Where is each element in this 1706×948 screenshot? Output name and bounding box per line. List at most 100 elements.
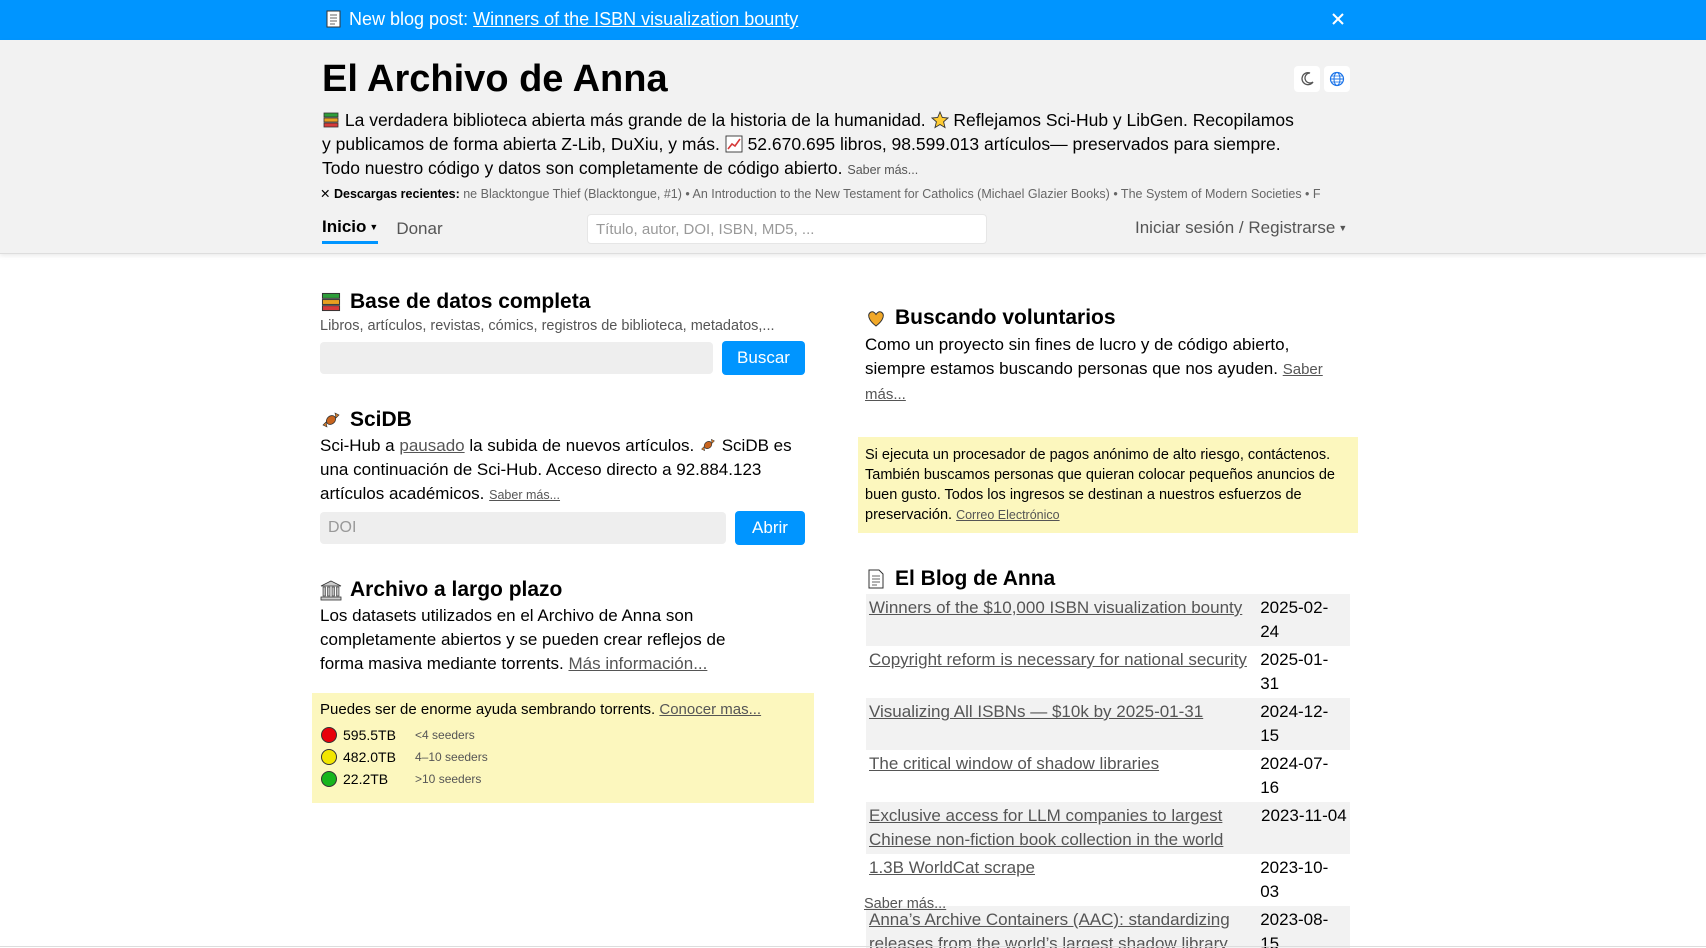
seed-size: 482.0TB	[343, 749, 396, 765]
green-dot-icon	[321, 771, 337, 787]
red-dot-icon	[321, 727, 337, 743]
notice-text: Si ejecuta un procesador de pagos anónim…	[865, 447, 1335, 523]
learn-more-link[interactable]: Saber más...	[847, 163, 918, 177]
tagline-part-1: La verdadera biblioteca abierta más gran…	[344, 110, 926, 130]
blog-post-date: 2023-11-04	[1261, 806, 1347, 825]
volunteers-title: Buscando voluntarios	[895, 306, 1116, 329]
blog-post-date: 2023-10-03	[1260, 858, 1329, 901]
museum-icon	[320, 580, 342, 601]
archive-title: Archivo a largo plazo	[350, 578, 563, 601]
blog-row: Copyright reform is necessary for nation…	[866, 646, 1350, 698]
seed-row-low[interactable]: 595.5TB <4 seeders	[321, 727, 475, 743]
announcement-banner: New blog post: Winners of the ISBN visua…	[0, 0, 1706, 40]
seed-desc: >10 seeders	[415, 772, 482, 786]
blog-post-date: 2024-12-15	[1260, 702, 1329, 745]
recent-downloads-label: Descargas recientes:	[333, 187, 460, 201]
tab-donate[interactable]: Donar	[396, 217, 442, 244]
login-register-menu[interactable]: Iniciar sesión / Registrarse ▼	[1135, 218, 1347, 238]
blog-post-date: 2025-02-24	[1260, 598, 1329, 641]
db-title: Base de datos completa	[350, 290, 591, 313]
blog-row: Winners of the $10,000 ISBN visualizatio…	[866, 594, 1350, 646]
footer-divider	[0, 946, 1706, 947]
volunteers-description: Como un proyecto sin fines de lucro y de…	[865, 333, 1345, 407]
document-icon	[326, 10, 341, 28]
paused-link[interactable]: pausado	[399, 436, 464, 455]
seed-row-mid[interactable]: 482.0TB 4–10 seeders	[321, 749, 488, 765]
blog-post-date: 2023-08-15	[1260, 910, 1329, 948]
banner-prefix: New blog post:	[349, 9, 474, 29]
page-icon	[868, 569, 884, 589]
volunteers-text: Como un proyecto sin fines de lucro y de…	[865, 335, 1290, 378]
star-icon	[930, 110, 949, 129]
theme-toggle-button[interactable]	[1294, 66, 1320, 92]
close-banner-button[interactable]	[1328, 9, 1348, 29]
archive-section-title: Archivo a largo plazo	[320, 578, 562, 602]
scidb-title: SciDB	[350, 408, 412, 431]
site-title[interactable]: El Archivo de Anna	[322, 58, 668, 101]
books-icon	[323, 112, 339, 128]
chevron-down-icon: ▼	[369, 222, 379, 232]
dismiss-recent-button[interactable]: ✕	[320, 187, 330, 201]
blog-section-title: El Blog de Anna	[865, 567, 1055, 591]
blog-post-link[interactable]: Anna’s Archive Containers (AAC): standar…	[869, 908, 1254, 948]
payment-processor-notice: Si ejecuta un procesador de pagos anónim…	[858, 437, 1358, 533]
candy-icon	[322, 412, 340, 428]
doi-open-button[interactable]: Abrir	[735, 511, 805, 545]
globe-icon	[1329, 71, 1345, 87]
db-search-input[interactable]	[320, 342, 713, 374]
seeding-intro-text: Puedes ser de enorme ayuda sembrando tor…	[320, 701, 660, 718]
site-header: El Archivo de Anna La verdadera bibliote…	[0, 40, 1706, 254]
yellow-dot-icon	[321, 749, 337, 765]
blog-row: Anna’s Archive Containers (AAC): standar…	[866, 906, 1350, 948]
tab-home[interactable]: Inicio ▼	[322, 217, 379, 244]
blog-post-link[interactable]: Visualizing All ISBNs — $10k by 2025-01-…	[869, 700, 1254, 748]
seed-size: 22.2TB	[343, 771, 389, 787]
blog-post-date: 2025-01-31	[1260, 650, 1329, 693]
blog-row: Exclusive access for LLM companies to la…	[866, 802, 1350, 854]
close-icon	[1332, 13, 1344, 25]
tab-home-label: Inicio	[322, 217, 367, 236]
blog-post-link[interactable]: Exclusive access for LLM companies to la…	[869, 804, 1255, 852]
scidb-text-a: Sci-Hub a	[320, 436, 400, 455]
scidb-section-title: SciDB	[320, 408, 412, 432]
blog-post-link[interactable]: Winners of the $10,000 ISBN visualizatio…	[869, 596, 1254, 644]
chart-icon	[725, 135, 743, 153]
scidb-text-b: la subida de nuevos artículos.	[464, 436, 699, 455]
blog-row: Visualizing All ISBNs — $10k by 2025-01-…	[866, 698, 1350, 750]
chevron-down-icon: ▼	[1338, 223, 1348, 233]
recent-downloads-list[interactable]: ne Blacktongue Thief (Blacktongue, #1) •…	[463, 187, 1320, 201]
site-tagline: La verdadera biblioteca abierta más gran…	[322, 108, 1302, 182]
archive-more-info-link[interactable]: Más información...	[568, 654, 707, 673]
recent-downloads: ✕ Descargas recientes: ne Blacktongue Th…	[320, 186, 1348, 204]
volunteers-section-title: Buscando voluntarios	[865, 306, 1116, 330]
blog-post-link[interactable]: The critical window of shadow libraries	[869, 752, 1254, 800]
blog-row: The critical window of shadow libraries …	[866, 750, 1350, 802]
doi-input[interactable]	[320, 512, 726, 544]
blog-post-link[interactable]: Copyright reform is necessary for nation…	[869, 648, 1254, 696]
books-icon	[321, 292, 341, 312]
seeding-learn-more-link[interactable]: Conocer mas...	[659, 701, 761, 718]
moon-icon	[1301, 72, 1314, 86]
blog-post-date: 2024-07-16	[1260, 754, 1329, 797]
archive-description: Los datasets utilizados en el Archivo de…	[320, 604, 740, 676]
language-button[interactable]	[1324, 66, 1350, 92]
banner-link[interactable]: Winners of the ISBN visualization bounty	[473, 9, 798, 29]
seeding-box: Puedes ser de enorme ayuda sembrando tor…	[312, 693, 814, 803]
scidb-learn-more-link[interactable]: Saber más...	[489, 488, 560, 502]
seed-row-high[interactable]: 22.2TB >10 seeders	[321, 771, 481, 787]
email-link[interactable]: Correo Electrónico	[956, 508, 1060, 522]
banner-message: New blog post: Winners of the ISBN visua…	[326, 9, 798, 30]
header-icons	[1294, 66, 1350, 92]
heart-hands-icon	[868, 311, 884, 327]
seed-desc: <4 seeders	[415, 728, 475, 742]
seed-desc: 4–10 seeders	[415, 750, 488, 764]
header-search-input[interactable]	[587, 214, 987, 244]
blog-posts-table: Winners of the $10,000 ISBN visualizatio…	[866, 594, 1350, 948]
tab-donate-label: Donar	[396, 218, 443, 238]
scidb-description: Sci-Hub a pausado la subida de nuevos ar…	[320, 434, 810, 507]
blog-title: El Blog de Anna	[895, 567, 1056, 590]
seeding-intro: Puedes ser de enorme ayuda sembrando tor…	[320, 701, 761, 718]
db-search-button[interactable]: Buscar	[722, 341, 805, 375]
db-subtitle: Libros, artículos, revistas, cómics, reg…	[320, 318, 775, 334]
blog-learn-more-link[interactable]: Saber más...	[864, 896, 946, 912]
